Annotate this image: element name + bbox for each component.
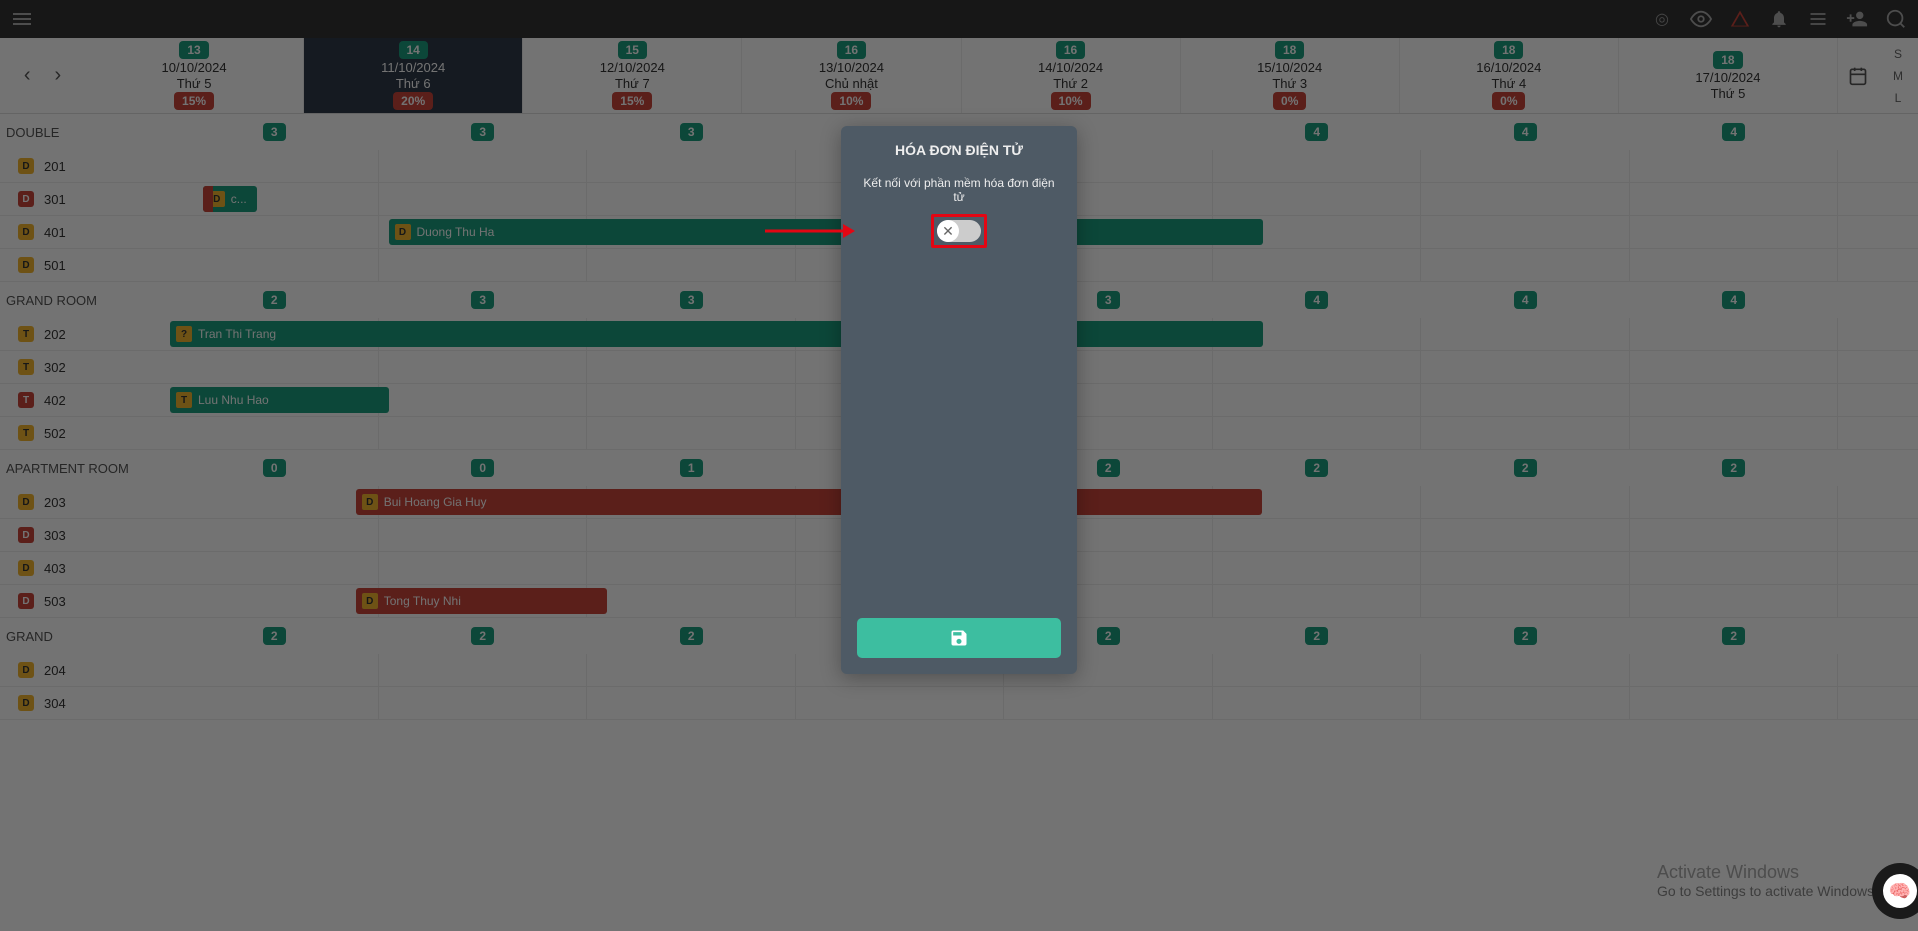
einvoice-toggle[interactable]: ✕	[937, 220, 981, 242]
annotation-highlight: ✕	[931, 214, 987, 248]
save-button[interactable]	[857, 618, 1061, 658]
modal-title: HÓA ĐƠN ĐIỆN TỬ	[857, 142, 1061, 158]
einvoice-modal: HÓA ĐƠN ĐIỆN TỬ Kết nối với phần mềm hóa…	[841, 126, 1077, 674]
brain-icon: 🧠	[1883, 874, 1917, 908]
modal-description: Kết nối với phần mềm hóa đơn điện tử	[857, 176, 1061, 204]
modal-overlay[interactable]: HÓA ĐƠN ĐIỆN TỬ Kết nối với phần mềm hóa…	[0, 0, 1918, 931]
annotation-arrow	[765, 224, 855, 238]
close-icon: ✕	[937, 220, 959, 242]
save-icon	[949, 628, 969, 648]
